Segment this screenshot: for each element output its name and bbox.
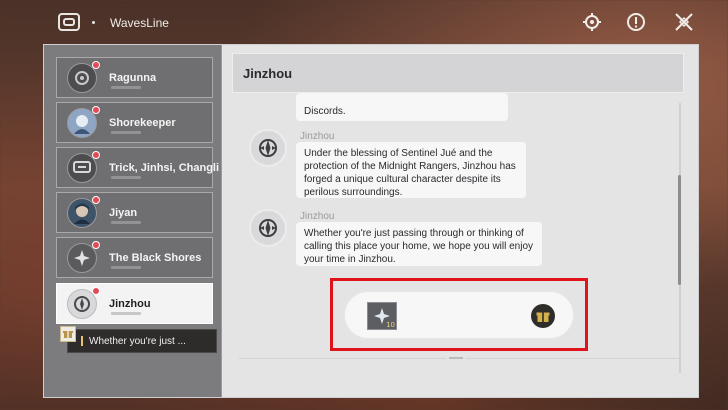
unread-badge bbox=[92, 105, 100, 114]
contact-subtext bbox=[111, 176, 141, 179]
crystal-icon[interactable]: 10 bbox=[367, 302, 397, 330]
message-sender: Jinzhou bbox=[300, 211, 335, 222]
contact-item-the-black-shores[interactable]: The Black Shores bbox=[56, 237, 213, 278]
scrollbar-thumb[interactable] bbox=[678, 175, 681, 285]
gear-icon[interactable] bbox=[583, 13, 601, 31]
message-text-cut-line bbox=[304, 93, 500, 103]
reward-quantity: 10 bbox=[386, 321, 395, 329]
avatar bbox=[67, 240, 100, 273]
unread-badge bbox=[92, 195, 100, 204]
contact-item-ragunna[interactable]: Ragunna bbox=[56, 57, 213, 98]
contact-sidebar: Ragunna Shorekeeper Trick, Jinhsi, Chang… bbox=[44, 45, 222, 397]
chat-footer-marker bbox=[446, 353, 466, 362]
close-icon[interactable] bbox=[673, 11, 695, 33]
contact-item-jinzhou[interactable]: Jinzhou bbox=[56, 283, 213, 324]
unread-badge bbox=[92, 150, 100, 159]
contact-name: Jinzhou bbox=[109, 297, 151, 310]
contact-name: Shorekeeper bbox=[109, 116, 176, 129]
message-bubble: Under the blessing of Sentinel Jué and t… bbox=[296, 142, 526, 198]
contact-name: The Black Shores bbox=[109, 251, 202, 264]
message-bubble: Whether you're just passing through or t… bbox=[296, 222, 542, 266]
contact-item-jiyan[interactable]: Jiyan bbox=[56, 192, 213, 233]
sender-avatar bbox=[249, 129, 287, 167]
contact-subtext bbox=[111, 131, 141, 134]
gift-icon[interactable] bbox=[531, 304, 555, 328]
preview-text: Whether you're just ... bbox=[89, 335, 186, 347]
contact-subtext bbox=[111, 86, 141, 89]
top-bar: WavesLine bbox=[0, 0, 728, 46]
sender-avatar bbox=[249, 209, 287, 247]
contact-subtext bbox=[111, 221, 141, 224]
unread-badge bbox=[92, 286, 100, 295]
gift-icon bbox=[60, 326, 76, 342]
avatar bbox=[67, 150, 100, 183]
separator-dot bbox=[92, 21, 95, 24]
message-text: Whether you're just passing through or t… bbox=[304, 228, 534, 265]
contact-item-group-chat[interactable]: Trick, Jinhsi, Changli bbox=[56, 147, 219, 188]
unread-badge bbox=[92, 240, 100, 249]
contact-item-shorekeeper[interactable]: Shorekeeper bbox=[56, 102, 213, 143]
reward-card[interactable]: 10 bbox=[344, 291, 574, 339]
avatar bbox=[67, 195, 100, 228]
message-text: Discords. bbox=[304, 106, 346, 117]
app-title: WavesLine bbox=[110, 16, 169, 30]
preview-accent-bar bbox=[81, 336, 83, 346]
avatar bbox=[67, 60, 100, 93]
avatar bbox=[67, 105, 100, 138]
chat-window: Ragunna Shorekeeper Trick, Jinhsi, Chang… bbox=[43, 44, 699, 398]
chat-logo-icon bbox=[58, 13, 80, 31]
chat-header: Jinzhou bbox=[232, 53, 684, 93]
contact-name: Trick, Jinhsi, Changli bbox=[109, 161, 220, 174]
avatar bbox=[67, 286, 100, 319]
alert-icon[interactable] bbox=[627, 13, 645, 31]
contact-name: Ragunna bbox=[109, 71, 157, 84]
message-sender: Jinzhou bbox=[300, 131, 335, 142]
message-text: Under the blessing of Sentinel Jué and t… bbox=[304, 148, 516, 198]
unread-badge bbox=[92, 60, 100, 69]
message-bubble-partial: Discords. bbox=[296, 93, 508, 121]
contact-name: Jiyan bbox=[109, 206, 138, 219]
contact-subtext bbox=[111, 312, 141, 315]
contact-subtext bbox=[111, 266, 141, 269]
chat-title: Jinzhou bbox=[243, 65, 293, 81]
message-preview-tooltip[interactable]: Whether you're just ... bbox=[60, 326, 217, 353]
